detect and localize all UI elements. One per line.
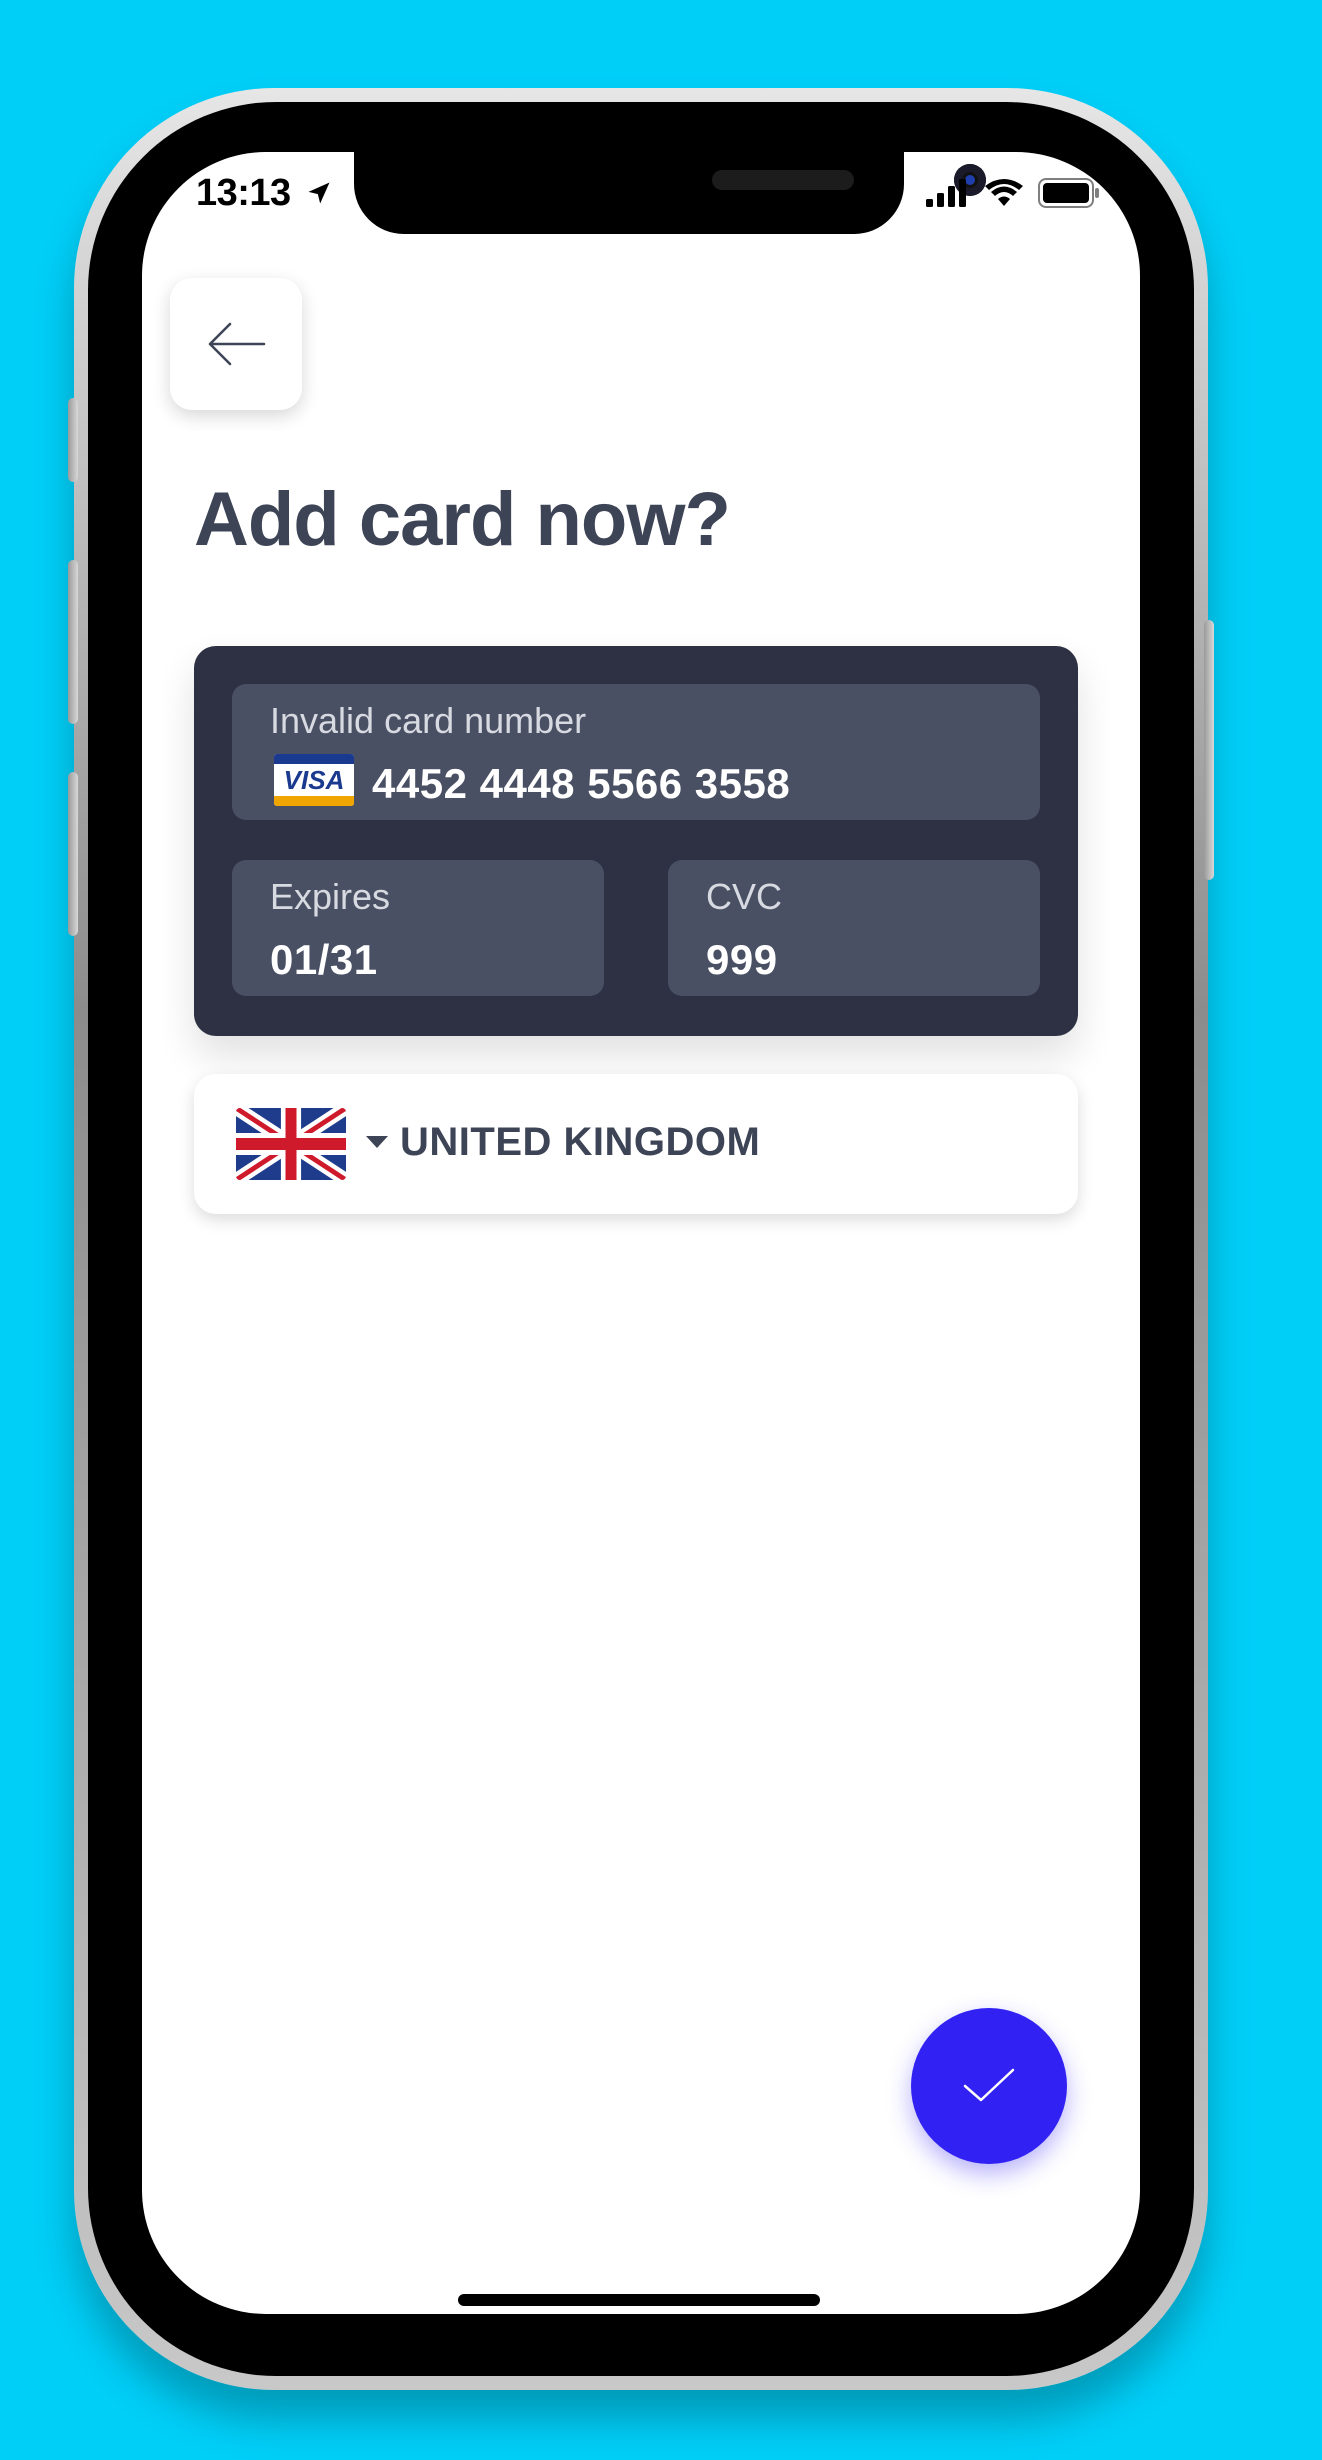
app-screen: 13:13 Add card now? Invalid card number … [142,152,1140,2314]
card-input-panel: Invalid card number VISA 4452 4448 5566 … [194,646,1078,1036]
confirm-button[interactable] [911,2008,1067,2164]
country-selected-label: UNITED KINGDOM [400,1120,761,1164]
power-button [1204,620,1214,880]
cvc-field[interactable]: CVC 999 [668,860,1040,996]
cvc-label: CVC [706,876,783,917]
status-time-text: 13:13 [196,172,291,214]
location-arrow-icon [308,182,330,204]
expires-input[interactable]: 01/31 [270,936,378,984]
wifi-icon [985,179,1023,206]
status-icons [926,178,1100,208]
ring-silent-switch [68,398,78,482]
arrow-left-icon [208,322,266,366]
checkmark-icon [963,2068,1015,2102]
volume-down-button [68,772,78,936]
chevron-down-icon [366,1136,388,1148]
visa-logo-icon: VISA [274,754,354,806]
battery-icon [1038,178,1099,208]
expires-field[interactable]: Expires 01/31 [232,860,604,996]
cvc-input[interactable]: 999 [706,936,778,984]
back-button[interactable] [170,278,302,410]
device-notch [354,152,986,234]
visa-brand-text: VISA [283,765,345,795]
card-number-input[interactable]: 4452 4448 5566 3558 [372,760,790,808]
speaker-grille [712,170,854,190]
uk-flag-icon [236,1108,346,1180]
expires-label: Expires [270,876,391,917]
status-time: 13:13 [196,172,333,215]
page-title: Add card now? [194,477,731,562]
country-select[interactable]: UNITED KINGDOM [194,1074,1078,1214]
card-number-field[interactable]: Invalid card number VISA 4452 4448 5566 … [232,684,1040,820]
home-indicator[interactable] [458,2294,820,2306]
card-number-error-label: Invalid card number [270,700,587,741]
cellular-signal-icon [926,179,966,207]
volume-up-button [68,560,78,724]
